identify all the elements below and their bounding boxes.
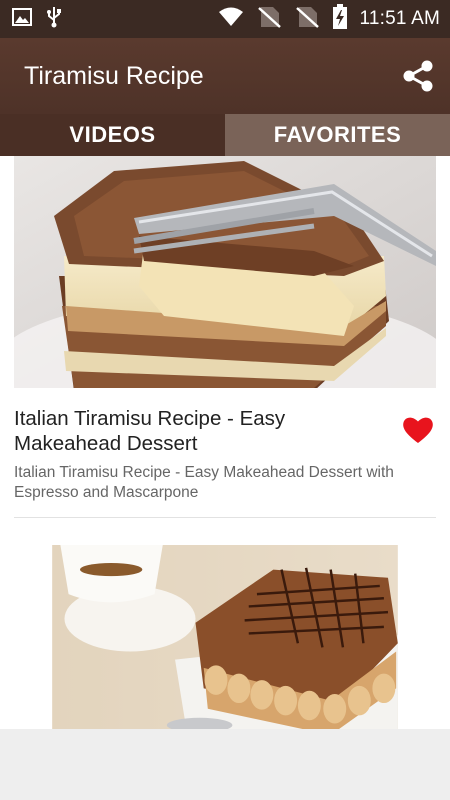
usb-icon (46, 6, 62, 33)
list-item[interactable] (0, 545, 450, 729)
bottom-area (0, 729, 450, 800)
tab-favorites[interactable]: FAVORITES (225, 114, 450, 156)
list-item[interactable]: Italian Tiramisu Recipe - Easy Makeahead… (0, 156, 450, 518)
divider (14, 517, 436, 518)
video-title: Italian Tiramisu Recipe - Easy Makeahead… (14, 407, 286, 455)
video-thumbnail[interactable] (14, 156, 436, 388)
share-button[interactable] (398, 56, 438, 96)
page-title: Tiramisu Recipe (24, 61, 204, 90)
share-icon (403, 60, 433, 92)
video-description: Italian Tiramisu Recipe - Easy Makeahead… (14, 464, 394, 501)
video-list[interactable]: Italian Tiramisu Recipe - Easy Makeahead… (0, 156, 450, 729)
status-bar: 11:51 AM (0, 0, 450, 38)
battery-charging-icon (332, 3, 348, 35)
heart-icon (403, 417, 433, 443)
video-thumbnail[interactable] (14, 545, 436, 729)
tab-videos[interactable]: VIDEOS (0, 114, 225, 156)
no-sim-icon (256, 5, 282, 34)
image-icon (12, 7, 32, 31)
app-bar: Tiramisu Recipe (0, 38, 450, 114)
favorite-button[interactable] (400, 412, 436, 448)
no-sim-icon (294, 5, 320, 34)
status-time: 11:51 AM (359, 8, 440, 29)
tab-bar: VIDEOS FAVORITES (0, 114, 450, 156)
wifi-icon (218, 7, 244, 32)
